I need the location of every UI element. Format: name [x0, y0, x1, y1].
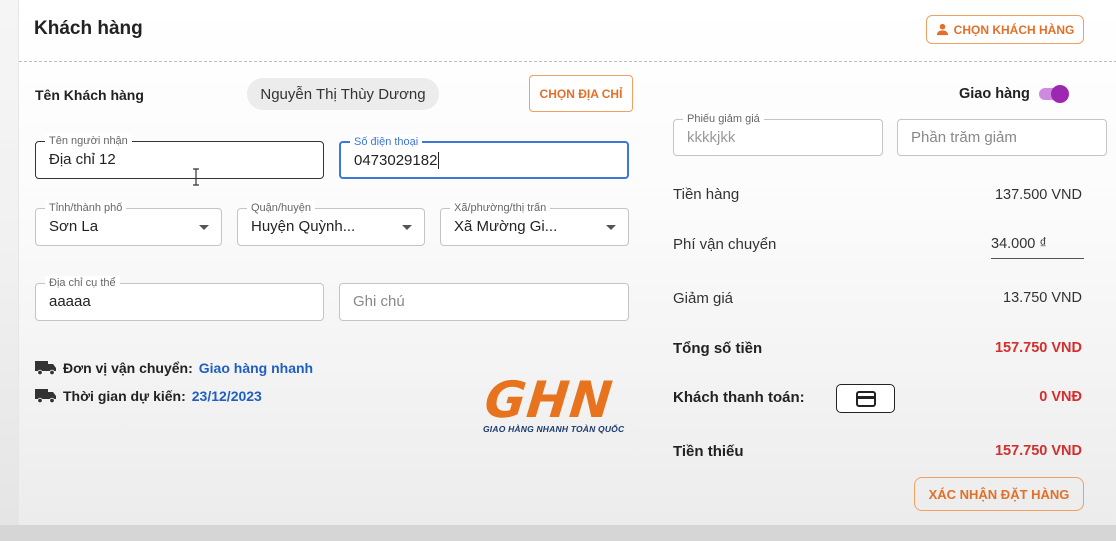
page-bottom-bar	[0, 525, 1116, 541]
choose-address-button[interactable]: CHỌN ĐỊA CHỈ	[529, 75, 633, 112]
phone-label: Số điện thoại	[350, 135, 423, 149]
address-value: aaaaa	[49, 293, 91, 310]
carrier-value: Giao hàng nhanh	[198, 360, 314, 376]
district-select[interactable]: Quận/huyện Huyện Quỳnh...	[237, 201, 425, 246]
ward-select[interactable]: Xã/phường/thị trấn Xã Mường Gi...	[440, 201, 629, 246]
customer-paid-value: 0 VNĐ	[1039, 389, 1082, 405]
note-placeholder: Ghi chú	[353, 293, 405, 310]
voucher-field[interactable]: Phiếu giảm giá kkkkjkk	[673, 112, 883, 156]
caret-down-icon	[606, 225, 616, 230]
subtotal-value: 137.500 VND	[994, 187, 1082, 203]
eta-value: 23/12/2023	[191, 388, 262, 404]
recipient-value: Địa chỉ 12	[49, 151, 116, 168]
choose-address-label: CHỌN ĐỊA CHỈ	[539, 86, 623, 101]
province-select[interactable]: Tỉnh/thành phố Sơn La	[35, 201, 222, 246]
missing-amount-value: 157.750 VND	[994, 443, 1082, 459]
shipping-fee-underline	[991, 258, 1084, 259]
shipping-fee-input[interactable]: 34.000 ₫	[991, 236, 1047, 252]
eta-line: Thời gian dự kiến: 23/12/2023	[35, 388, 262, 404]
phone-value: 0473029182	[354, 152, 440, 169]
eta-label: Thời gian dự kiến:	[63, 388, 186, 404]
subtotal-label: Tiền hàng	[673, 186, 740, 203]
recipient-field[interactable]: Tên người nhận Địa chỉ 12	[35, 134, 324, 179]
choose-customer-label: CHỌN KHÁCH HÀNG	[953, 22, 1075, 37]
total-value: 157.750 VND	[994, 340, 1082, 356]
delivery-toggle-label: Giao hàng	[959, 86, 1030, 102]
caret-down-icon	[402, 225, 412, 230]
address-label: Địa chỉ cụ thể	[45, 276, 120, 290]
province-label: Tỉnh/thành phố	[45, 201, 127, 215]
customer-name-chip[interactable]: Nguyễn Thị Thùy Dương	[247, 78, 439, 110]
confirm-order-button[interactable]: XÁC NHẬN ĐẶT HÀNG	[914, 477, 1084, 511]
truck-icon	[35, 361, 56, 375]
voucher-value: kkkkjkk	[687, 129, 736, 146]
customer-card: Khách hàng CHỌN KHÁCH HÀNG Tên Khách hàn…	[18, 0, 1116, 525]
percent-discount-placeholder: Phần trăm giảm	[911, 129, 1017, 146]
payment-method-button[interactable]	[836, 384, 895, 413]
district-value: Huyện Quỳnh...	[251, 218, 356, 235]
caret-down-icon	[199, 225, 209, 230]
confirm-order-label: XÁC NHẬN ĐẶT HÀNG	[928, 486, 1070, 502]
discount-label: Giảm giá	[673, 290, 734, 307]
toggle-thumb	[1051, 85, 1069, 103]
credit-card-icon	[855, 390, 876, 407]
discount-value: 13.750 VND	[1003, 290, 1082, 306]
page-title: Khách hàng	[34, 18, 143, 39]
ghn-logo-tagline: GIAO HÀNG NHANH TOÀN QUỐC	[483, 424, 625, 434]
address-field[interactable]: Địa chỉ cụ thể aaaaa	[35, 276, 324, 321]
person-icon	[936, 23, 948, 36]
province-value: Sơn La	[49, 218, 99, 235]
customer-name-label: Tên Khách hàng	[35, 87, 144, 103]
ward-label: Xã/phường/thị trấn	[450, 201, 551, 215]
district-label: Quận/huyện	[247, 201, 315, 215]
phone-field[interactable]: Số điện thoại 0473029182	[339, 135, 629, 179]
shipping-fee-label: Phí vận chuyển	[673, 236, 777, 253]
ghn-logo: GHN GIAO HÀNG NHANH TOÀN QUỐC	[481, 371, 641, 438]
missing-amount-label: Tiền thiếu	[673, 443, 744, 460]
voucher-label: Phiếu giảm giá	[683, 112, 764, 126]
recipient-label: Tên người nhận	[45, 134, 132, 148]
header-divider	[19, 61, 1116, 62]
total-label: Tổng số tiền	[673, 340, 763, 357]
customer-paid-label: Khách thanh toán:	[673, 389, 805, 406]
choose-customer-button[interactable]: CHỌN KHÁCH HÀNG	[926, 15, 1084, 44]
text-cursor-icon	[193, 168, 199, 186]
ghn-logo-text: GHN	[481, 371, 616, 429]
truck-icon	[35, 389, 56, 403]
ward-value: Xã Mường Gi...	[454, 218, 558, 235]
note-field[interactable]: Ghi chú	[339, 283, 629, 321]
carrier-line: Đơn vị vận chuyển: Giao hàng nhanh	[35, 360, 313, 376]
carrier-label: Đơn vị vận chuyển:	[63, 360, 193, 376]
percent-discount-field[interactable]: Phần trăm giảm	[897, 119, 1107, 156]
